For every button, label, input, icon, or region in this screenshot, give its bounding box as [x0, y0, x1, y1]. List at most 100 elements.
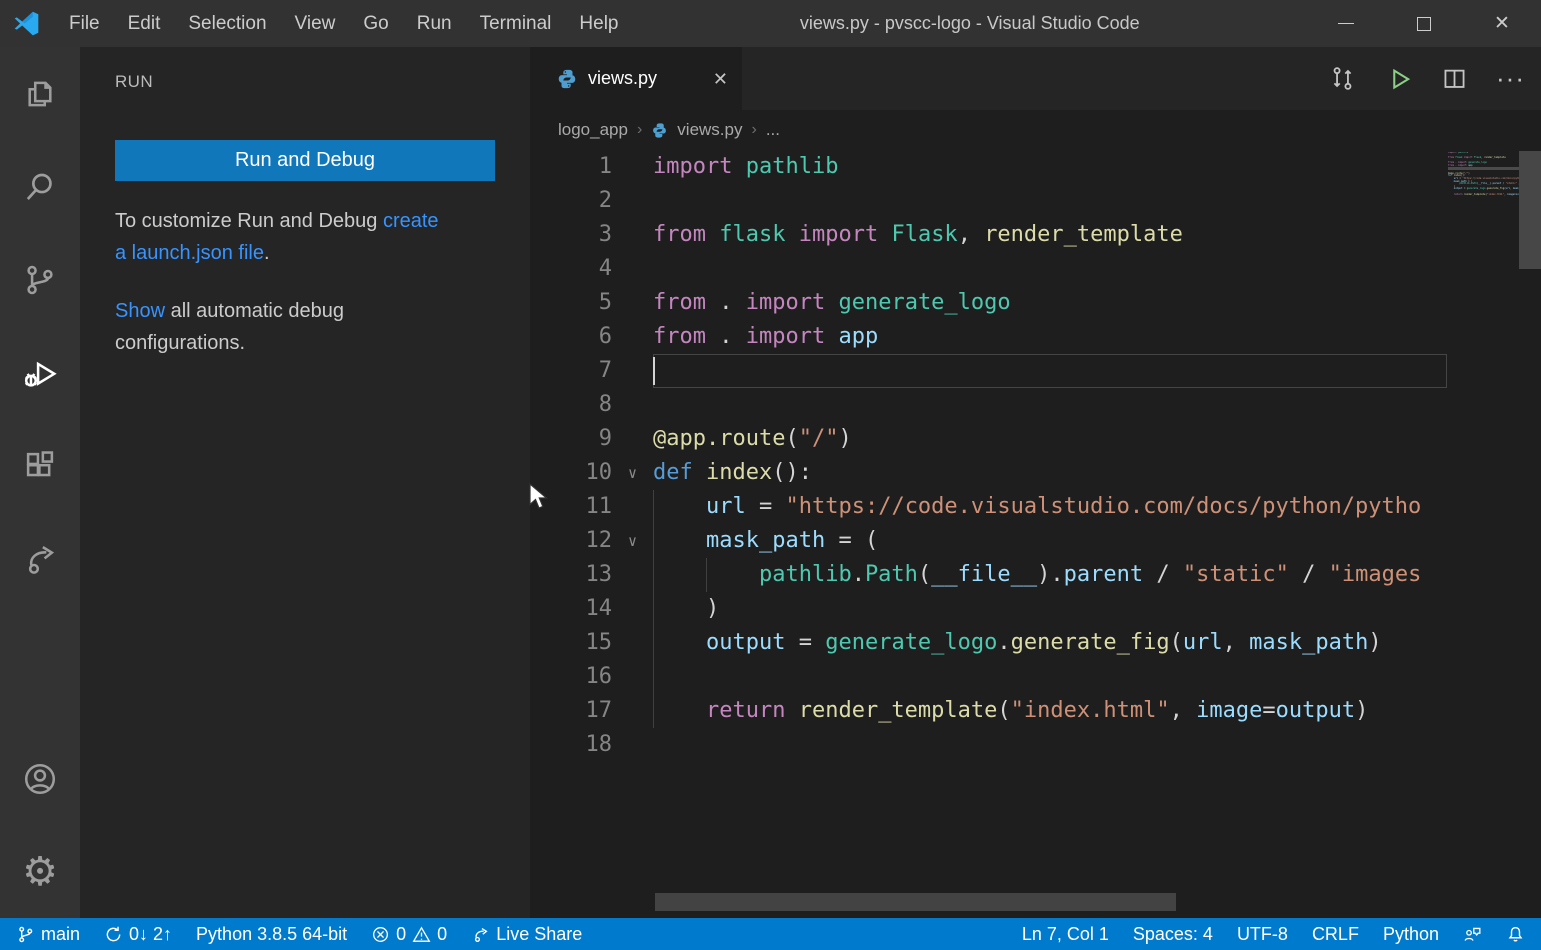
status-bar-right: Ln 7, Col 1 Spaces: 4 UTF-8 CRLF Python — [1022, 918, 1525, 950]
menu-file[interactable]: File — [55, 13, 114, 35]
python-icon — [556, 68, 578, 90]
menu-edit[interactable]: Edit — [114, 13, 175, 35]
code-line[interactable]: 16 — [530, 660, 1448, 694]
code-line[interactable]: 4 — [530, 252, 1448, 286]
customize-period: . — [264, 242, 270, 264]
warning-count: 0 — [437, 924, 447, 945]
encoding-label: UTF-8 — [1237, 924, 1288, 945]
problems-item[interactable]: 0 0 — [371, 918, 447, 950]
menu-run[interactable]: Run — [403, 13, 466, 35]
horizontal-scrollbar[interactable] — [530, 893, 1448, 911]
live-share-item[interactable]: Live Share — [471, 918, 582, 950]
menu-help[interactable]: Help — [565, 13, 632, 35]
code-line[interactable]: 14 ) — [530, 592, 1448, 626]
code-editor[interactable]: 1import pathlib23from flask import Flask… — [530, 150, 1448, 893]
fold-chevron-icon[interactable]: ∨ — [612, 524, 653, 558]
code-line[interactable]: 6from . import app — [530, 320, 1448, 354]
fold-chevron-icon[interactable]: ∨ — [612, 456, 653, 490]
code-line[interactable]: 1import pathlib — [530, 150, 1448, 184]
run-and-debug-button[interactable]: Run and Debug — [115, 140, 495, 181]
menu-terminal[interactable]: Terminal — [466, 13, 566, 35]
status-bar: main 0↓ 2↑ Python 3.8.5 64-bit 0 0 — [0, 918, 1541, 950]
fold-gutter — [612, 320, 653, 354]
run-python-file-icon[interactable] — [1384, 64, 1413, 93]
tab-views-py[interactable]: views.py ✕ — [530, 47, 742, 110]
menu-view[interactable]: View — [281, 13, 350, 35]
code-line[interactable]: 13 pathlib.Path(__file__).parent / "stat… — [530, 558, 1448, 592]
fold-gutter — [612, 184, 653, 218]
code-line[interactable]: 3from flask import Flask, render_templat… — [530, 218, 1448, 252]
close-icon: ✕ — [1494, 14, 1510, 33]
code-line[interactable]: 2 — [530, 184, 1448, 218]
fold-gutter — [612, 728, 653, 762]
fold-gutter — [612, 388, 653, 422]
language-mode-item[interactable]: Python — [1383, 918, 1439, 950]
sidebar-item-run-and-debug[interactable] — [0, 326, 80, 419]
fold-gutter — [612, 354, 653, 388]
menu-go[interactable]: Go — [349, 13, 402, 35]
account-button[interactable] — [0, 732, 80, 825]
show-text-line2: configurations. — [115, 332, 245, 354]
minimap[interactable]: import pathlib from flask import Flask, … — [1448, 152, 1519, 892]
create-launch-json-link[interactable]: create — [383, 210, 439, 232]
git-branch-item[interactable]: main — [16, 918, 80, 950]
eol-item[interactable]: CRLF — [1312, 918, 1359, 950]
feedback-item[interactable] — [1463, 918, 1482, 950]
language-label: Python — [1383, 924, 1439, 945]
sidebar-item-search[interactable] — [0, 140, 80, 233]
settings-button[interactable]: ⚙ — [0, 825, 80, 918]
code-line[interactable]: 18 — [530, 728, 1448, 762]
encoding-item[interactable]: UTF-8 — [1237, 918, 1288, 950]
tab-label: views.py — [588, 68, 703, 89]
eol-label: CRLF — [1312, 924, 1359, 945]
code-line[interactable]: 10∨def index(): — [530, 456, 1448, 490]
minimize-button[interactable] — [1307, 0, 1385, 47]
show-text-line1: all automatic debug — [165, 300, 344, 322]
fold-gutter — [612, 422, 653, 456]
status-bar-left: main 0↓ 2↑ Python 3.8.5 64-bit 0 0 — [16, 918, 582, 950]
current-line-highlight — [653, 354, 1447, 388]
code-line[interactable]: 11 url = "https://code.visualstudio.com/… — [530, 490, 1448, 524]
indent-guide — [653, 490, 654, 728]
editor-actions: ··· — [1328, 47, 1525, 110]
show-configurations-text: Show all automatic debug configurations. — [115, 295, 510, 359]
python-version: Python 3.8.5 64-bit — [196, 924, 347, 945]
horizontal-scrollbar-thumb[interactable] — [655, 893, 1176, 911]
sidebar-item-explorer[interactable] — [0, 47, 80, 140]
code-line[interactable]: 5from . import generate_logo — [530, 286, 1448, 320]
sidebar-item-extensions[interactable] — [0, 419, 80, 512]
close-button[interactable]: ✕ — [1463, 0, 1541, 47]
activity-bar: ⚙ — [0, 47, 80, 918]
code-line[interactable]: 9@app.route("/") — [530, 422, 1448, 456]
code-line[interactable]: 15 output = generate_logo.generate_fig(u… — [530, 626, 1448, 660]
menu-selection[interactable]: Selection — [174, 13, 280, 35]
maximize-button[interactable] — [1385, 0, 1463, 47]
code-line[interactable]: 17 return render_template("index.html", … — [530, 694, 1448, 728]
vertical-scrollbar[interactable] — [1519, 150, 1541, 911]
indentation-item[interactable]: Spaces: 4 — [1133, 918, 1213, 950]
create-launch-json-link-line2[interactable]: a launch.json file — [115, 242, 264, 264]
notifications-item[interactable] — [1506, 918, 1525, 950]
sidebar-item-live-share[interactable] — [0, 512, 80, 605]
sidebar-item-source-control[interactable] — [0, 233, 80, 326]
explorer-icon — [21, 75, 59, 113]
vertical-scrollbar-thumb[interactable] — [1519, 151, 1541, 269]
breadcrumb-symbol[interactable]: ... — [766, 120, 780, 140]
live-share-icon — [471, 925, 490, 944]
source-control-icon — [21, 261, 59, 299]
python-interpreter-item[interactable]: Python 3.8.5 64-bit — [196, 918, 347, 950]
code-line[interactable]: 12∨ mask_path = ( — [530, 524, 1448, 558]
show-configurations-link[interactable]: Show — [115, 300, 165, 322]
code-line[interactable]: 8 — [530, 388, 1448, 422]
cursor-position-item[interactable]: Ln 7, Col 1 — [1022, 918, 1109, 950]
sync-icon — [104, 925, 123, 944]
sync-changes-item[interactable]: 0↓ 2↑ — [104, 918, 172, 950]
breadcrumb-folder[interactable]: logo_app — [558, 120, 628, 140]
more-actions-icon[interactable]: ··· — [1496, 73, 1525, 83]
tab-close-icon[interactable]: ✕ — [713, 70, 728, 88]
text-cursor — [653, 357, 655, 385]
split-editor-icon[interactable] — [1440, 64, 1469, 93]
open-changes-icon[interactable] — [1328, 64, 1357, 93]
account-icon — [21, 760, 59, 798]
breadcrumb-file[interactable]: views.py — [677, 120, 742, 140]
